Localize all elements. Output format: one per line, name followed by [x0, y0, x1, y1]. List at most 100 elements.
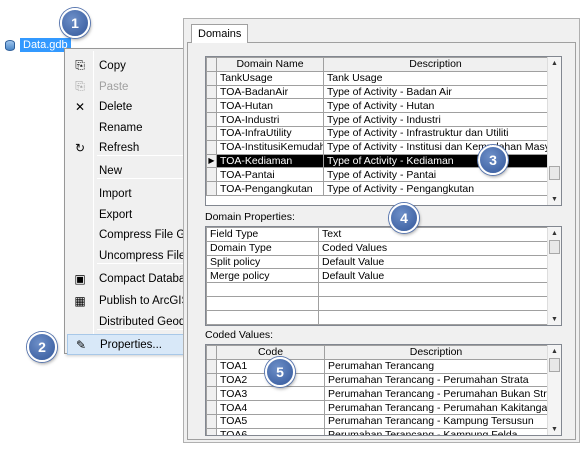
scroll-thumb[interactable]: [549, 240, 560, 254]
menu-item-compress-file-geo[interactable]: Compress File Geo: [67, 224, 185, 245]
description-cell[interactable]: Type of Activity - Pantai: [323, 167, 548, 183]
property-value-cell[interactable]: Coded Values: [318, 240, 548, 256]
table-row[interactable]: TOA-Industri Type of Activity - Industri: [206, 112, 548, 127]
scroll-up-arrow-icon[interactable]: ▲: [548, 345, 561, 357]
description-cell[interactable]: Perumahan Terancang - Kampung Felda: [324, 427, 548, 435]
row-header[interactable]: [206, 358, 217, 374]
row-header[interactable]: [206, 112, 217, 127]
menu-item-compact-databas[interactable]: ▣ Compact Databas: [67, 268, 185, 289]
description-cell[interactable]: Perumahan Terancang - Perumahan Kakitang…: [324, 400, 548, 415]
row-header[interactable]: [206, 427, 217, 435]
row-header[interactable]: [206, 181, 217, 196]
property-value-cell[interactable]: [318, 282, 548, 297]
property-value-cell[interactable]: [318, 295, 548, 311]
tab-domains[interactable]: Domains: [191, 24, 249, 43]
domain-name-cell[interactable]: TOA-InstitusiKemudahan: [216, 139, 324, 155]
table-row[interactable]: Field Type Text: [206, 227, 548, 242]
domain-name-cell[interactable]: TOA-Industri: [216, 112, 324, 127]
coded-values-scrollbar[interactable]: ▲ ▼: [547, 345, 561, 435]
property-value-cell[interactable]: Default Value: [318, 254, 548, 270]
code-cell[interactable]: TOA5: [216, 413, 325, 429]
description-cell[interactable]: Perumahan Terancang - Perumahan Strata: [324, 372, 548, 388]
code-cell[interactable]: TOA3: [216, 386, 325, 402]
table-row[interactable]: [206, 309, 548, 325]
row-header[interactable]: [206, 70, 217, 86]
table-row[interactable]: TOA-Pengangkutan Type of Activity - Penga…: [206, 181, 548, 196]
row-header[interactable]: [206, 139, 217, 155]
description-cell[interactable]: Type of Activity - Hutan: [323, 98, 548, 114]
menu-item-delete[interactable]: ✕ Delete: [67, 96, 185, 117]
description-cell[interactable]: Tank Usage: [323, 70, 548, 86]
description-cell[interactable]: Perumahan Terancang - Kampung Tersusun: [324, 413, 548, 429]
scroll-up-arrow-icon[interactable]: ▲: [548, 227, 561, 239]
domain-name-cell[interactable]: TOA-Pantai: [216, 167, 324, 183]
domain-properties-scrollbar[interactable]: ▲ ▼: [547, 227, 561, 325]
table-row[interactable]: TOA2 Perumahan Terancang - Perumahan Stra…: [206, 372, 548, 388]
description-cell[interactable]: Type of Activity - Industri: [323, 112, 548, 127]
tree-node-data-gdb[interactable]: Data.gdb: [3, 37, 71, 53]
table-row[interactable]: TOA4 Perumahan Terancang - Perumahan Kaki…: [206, 400, 548, 415]
table-row[interactable]: Domain Type Coded Values: [206, 240, 548, 256]
menu-item-rename[interactable]: Rename: [67, 117, 185, 138]
table-row[interactable]: [206, 295, 548, 311]
domains-scrollbar[interactable]: ▲ ▼: [547, 57, 561, 205]
description-cell[interactable]: Type of Activity - Badan Air: [323, 84, 548, 100]
table-row[interactable]: TOA-InfraUtility Type of Activity - Infra…: [206, 125, 548, 141]
row-header[interactable]: [206, 125, 217, 141]
menu-item-copy[interactable]: ⎘ Copy: [67, 55, 185, 76]
column-header-description[interactable]: Description: [324, 345, 548, 360]
property-value-cell[interactable]: Default Value: [318, 268, 548, 284]
column-header-code[interactable]: Code: [216, 345, 325, 360]
description-cell[interactable]: Perumahan Terancang: [324, 358, 548, 374]
description-cell[interactable]: Type of Activity - Infrastruktur dan Uti…: [323, 125, 548, 141]
domains-grid[interactable]: Domain Name Description TankUsage Tank Us…: [205, 56, 562, 206]
menu-item-export[interactable]: Export: [67, 204, 185, 225]
row-header[interactable]: [206, 98, 217, 114]
column-header-domain-name[interactable]: Domain Name: [216, 57, 324, 72]
table-row[interactable]: [206, 282, 548, 297]
menu-item-label: Import: [99, 187, 132, 200]
table-row[interactable]: Split policy Default Value: [206, 254, 548, 270]
domain-name-cell[interactable]: TOA-BadanAir: [216, 84, 324, 100]
code-cell[interactable]: TOA6: [216, 427, 325, 435]
property-value-cell[interactable]: Text: [318, 227, 548, 242]
table-row[interactable]: Merge policy Default Value: [206, 268, 548, 284]
row-header[interactable]: ▶: [206, 153, 217, 169]
menu-item-properties[interactable]: ✎ Properties...: [67, 334, 185, 355]
table-row[interactable]: TankUsage Tank Usage: [206, 70, 548, 86]
scroll-down-arrow-icon[interactable]: ▼: [548, 423, 561, 435]
row-header[interactable]: [206, 386, 217, 402]
table-row[interactable]: TOA3 Perumahan Terancang - Perumahan Buka…: [206, 386, 548, 402]
property-value-cell[interactable]: [318, 309, 548, 325]
menu-item-publish-to-arcgis[interactable]: ▦ Publish to ArcGIS: [67, 290, 185, 311]
row-header[interactable]: [206, 372, 217, 388]
row-header[interactable]: [206, 84, 217, 100]
coded-values-grid[interactable]: Code Description TOA1 Perumahan Terancang…: [205, 344, 562, 436]
scroll-thumb[interactable]: [549, 358, 560, 372]
scroll-down-arrow-icon[interactable]: ▼: [548, 313, 561, 325]
row-header[interactable]: [206, 167, 217, 183]
table-row[interactable]: TOA6 Perumahan Terancang - Kampung Felda: [206, 427, 548, 435]
description-cell[interactable]: Type of Activity - Pengangkutan: [323, 181, 548, 196]
table-row[interactable]: TOA-Hutan Type of Activity - Hutan: [206, 98, 548, 114]
table-row[interactable]: TOA1 Perumahan Terancang: [206, 358, 548, 374]
table-row[interactable]: TOA5 Perumahan Terancang - Kampung Tersus…: [206, 413, 548, 429]
scroll-up-arrow-icon[interactable]: ▲: [548, 57, 561, 69]
menu-item-import[interactable]: Import: [67, 183, 185, 204]
scroll-thumb[interactable]: [549, 166, 560, 180]
row-header[interactable]: [206, 413, 217, 429]
scroll-down-arrow-icon[interactable]: ▼: [548, 193, 561, 205]
domain-properties-grid[interactable]: Field Type Text Domain Type Coded Values Spl…: [205, 226, 562, 326]
domain-name-cell[interactable]: TOA-InfraUtility: [216, 125, 324, 141]
code-cell[interactable]: TOA4: [216, 400, 325, 415]
description-cell[interactable]: Perumahan Terancang - Perumahan Bukan St…: [324, 386, 548, 402]
row-header[interactable]: [206, 400, 217, 415]
domain-name-cell[interactable]: TOA-Kediaman: [216, 153, 324, 169]
table-row[interactable]: TOA-BadanAir Type of Activity - Badan Air: [206, 84, 548, 100]
domain-name-cell[interactable]: TankUsage: [216, 70, 324, 86]
domain-name-cell[interactable]: TOA-Hutan: [216, 98, 324, 114]
column-header-description[interactable]: Description: [323, 57, 548, 72]
description-cell[interactable]: Type of Activity - Kediaman: [323, 153, 548, 169]
domain-name-cell[interactable]: TOA-Pengangkutan: [216, 181, 324, 196]
description-cell[interactable]: Type of Activity - Institusi dan Kemudah…: [323, 139, 548, 155]
